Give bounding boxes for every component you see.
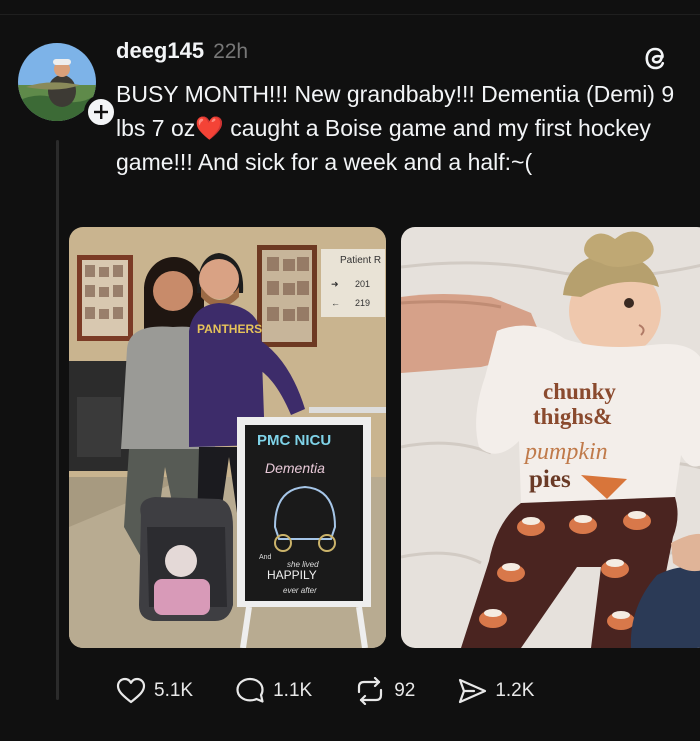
avatar-container xyxy=(18,43,118,129)
thread-line xyxy=(56,140,59,700)
threads-logo-icon[interactable] xyxy=(640,42,672,74)
board-line-4: ever after xyxy=(283,586,317,595)
follow-button[interactable] xyxy=(84,95,118,129)
sign-room-2: 219 xyxy=(355,298,370,308)
photo-family-nicu[interactable]: Patient R ➜ 201 ← 219 PANTHERS PMC NICU … xyxy=(69,227,386,648)
username[interactable]: deeg145 xyxy=(116,38,204,64)
sign-room-1: 201 xyxy=(355,279,370,289)
repost-icon xyxy=(358,677,383,705)
svg-text:➜: ➜ xyxy=(331,279,339,289)
timestamp: 22h xyxy=(213,40,249,63)
speech-bubble-icon xyxy=(236,677,264,703)
sign-title: Patient R xyxy=(340,255,381,266)
share-button[interactable]: 1.2K xyxy=(457,677,534,705)
top-divider xyxy=(0,14,700,15)
paper-plane-icon xyxy=(459,678,487,704)
photo-baby-onesie[interactable]: chunky thighs& pumpkin pies xyxy=(401,227,700,648)
onesie-line-2: thighs& xyxy=(533,404,612,429)
svg-text:←: ← xyxy=(331,298,340,308)
plus-icon xyxy=(94,105,108,119)
reply-count: 1.1K xyxy=(273,680,313,701)
onesie-line-1: chunky xyxy=(543,379,616,404)
board-name: Dementia xyxy=(265,460,325,476)
board-line-1: And xyxy=(259,554,272,561)
onesie-line-4: pies xyxy=(529,466,571,493)
repost-button[interactable]: 92 xyxy=(354,677,415,705)
like-button[interactable]: 5.1K xyxy=(116,677,193,705)
reply-button[interactable]: 1.1K xyxy=(235,677,312,705)
board-line-3: HAPPILY xyxy=(267,568,317,582)
share-count: 1.2K xyxy=(495,680,535,701)
post-header: deeg145 22h xyxy=(116,38,248,68)
repost-count: 92 xyxy=(394,680,416,701)
board-title: PMC NICU xyxy=(257,432,331,449)
heart-icon xyxy=(116,677,146,704)
post-text: BUSY MONTH!!! New grandbaby!!! Dementia … xyxy=(116,81,675,175)
sweatshirt-text: PANTHERS xyxy=(197,322,262,336)
onesie-line-3: pumpkin xyxy=(523,439,608,465)
action-bar: 5.1K 1.1K 92 1.2K xyxy=(116,672,576,710)
like-count: 5.1K xyxy=(154,680,194,701)
